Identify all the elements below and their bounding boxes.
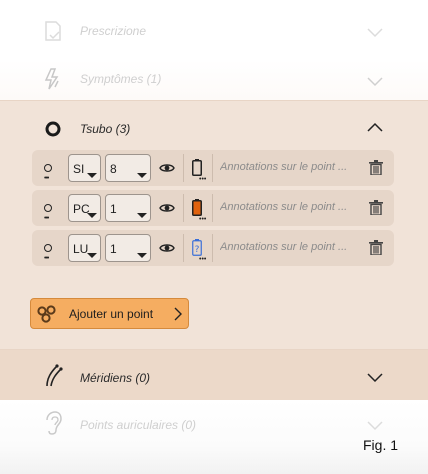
more-dots-icon: ••• xyxy=(199,176,207,183)
point-marker-icon[interactable] xyxy=(44,164,52,172)
divider xyxy=(183,194,184,222)
point-marker-icon[interactable] xyxy=(44,244,52,252)
eye-icon[interactable] xyxy=(159,241,175,255)
divider xyxy=(212,154,213,182)
svg-text:?: ? xyxy=(195,245,200,255)
chevron-down-icon[interactable] xyxy=(366,416,384,434)
meridian-select[interactable]: PC xyxy=(68,194,101,222)
annotation-input[interactable]: Annotations sur le point ... xyxy=(220,201,364,213)
dropdown-arrow-icon xyxy=(87,253,97,258)
trash-icon[interactable] xyxy=(369,200,383,215)
prescription-icon xyxy=(40,18,66,44)
point-number-select[interactable]: 1 xyxy=(105,234,151,262)
eye-icon[interactable] xyxy=(159,201,175,215)
divider xyxy=(212,234,213,262)
meridian-select[interactable]: LU xyxy=(68,234,101,262)
add-point-button[interactable]: Ajouter un point xyxy=(30,298,189,329)
point-number-select[interactable]: 8 xyxy=(105,154,151,182)
battery-unknown-icon[interactable]: ? xyxy=(192,239,202,256)
divider xyxy=(183,154,184,182)
chevron-down-icon[interactable] xyxy=(366,368,384,386)
more-dots-icon: ••• xyxy=(199,216,207,223)
tsubo-panel: Tsubo (3) ••• SI 8 ••• Annotations sur l… xyxy=(0,100,428,350)
meridian-select[interactable]: SI xyxy=(68,154,101,182)
ear-icon xyxy=(40,410,66,436)
dropdown-arrow-icon xyxy=(87,213,97,218)
section-prescrizione[interactable]: Prescrizione xyxy=(0,14,428,50)
section-label-symptomes: Symptômes (1) xyxy=(80,72,162,86)
divider xyxy=(183,234,184,262)
point-row: ••• LU 1 ? ••• Annotations sur le point … xyxy=(32,230,394,266)
figure-label: Fig. 1 xyxy=(363,437,399,453)
meridian-curve-icon xyxy=(40,362,66,388)
divider xyxy=(212,194,213,222)
chevron-right-icon xyxy=(174,307,182,321)
point-marker-icon[interactable] xyxy=(44,204,52,212)
eye-icon[interactable] xyxy=(159,161,175,175)
point-row: ••• SI 8 ••• Annotations sur le point ..… xyxy=(32,150,394,186)
annotation-input[interactable]: Annotations sur le point ... xyxy=(220,161,364,173)
dropdown-arrow-icon xyxy=(87,173,97,178)
more-dots-icon: ••• xyxy=(44,215,49,222)
section-tsubo-header[interactable]: Tsubo (3) xyxy=(0,115,428,143)
dropdown-arrow-icon xyxy=(137,253,147,258)
section-symptomes[interactable]: Symptômes (1) xyxy=(0,60,428,100)
dropdown-arrow-icon xyxy=(137,213,147,218)
points-cluster-icon xyxy=(37,305,56,323)
section-label-tsubo: Tsubo (3) xyxy=(80,122,131,136)
lightning-icon xyxy=(40,66,66,92)
chevron-down-icon[interactable] xyxy=(366,72,384,90)
add-point-label: Ajouter un point xyxy=(69,307,154,321)
section-meridiens[interactable]: Méridiens (0) xyxy=(0,350,428,400)
more-dots-icon: ••• xyxy=(44,175,49,182)
section-label-prescrizione: Prescrizione xyxy=(80,24,147,38)
annotation-input[interactable]: Annotations sur le point ... xyxy=(220,241,364,253)
section-label-meridiens: Méridiens (0) xyxy=(80,371,151,385)
more-dots-icon: ••• xyxy=(199,256,207,263)
chevron-down-icon[interactable] xyxy=(366,23,384,41)
trash-icon[interactable] xyxy=(369,160,383,175)
section-label-auriculaires: Points auriculaires (0) xyxy=(80,418,197,432)
chevron-up-icon[interactable] xyxy=(366,119,384,137)
tsubo-ring-icon xyxy=(40,116,66,142)
battery-full-icon[interactable] xyxy=(192,199,202,216)
trash-icon[interactable] xyxy=(369,240,383,255)
point-row: ••• PC 1 ••• Annotations sur le point ..… xyxy=(32,190,394,226)
more-dots-icon: ••• xyxy=(44,255,49,262)
point-number-select[interactable]: 1 xyxy=(105,194,151,222)
dropdown-arrow-icon xyxy=(137,173,147,178)
battery-empty-icon[interactable] xyxy=(192,159,202,176)
